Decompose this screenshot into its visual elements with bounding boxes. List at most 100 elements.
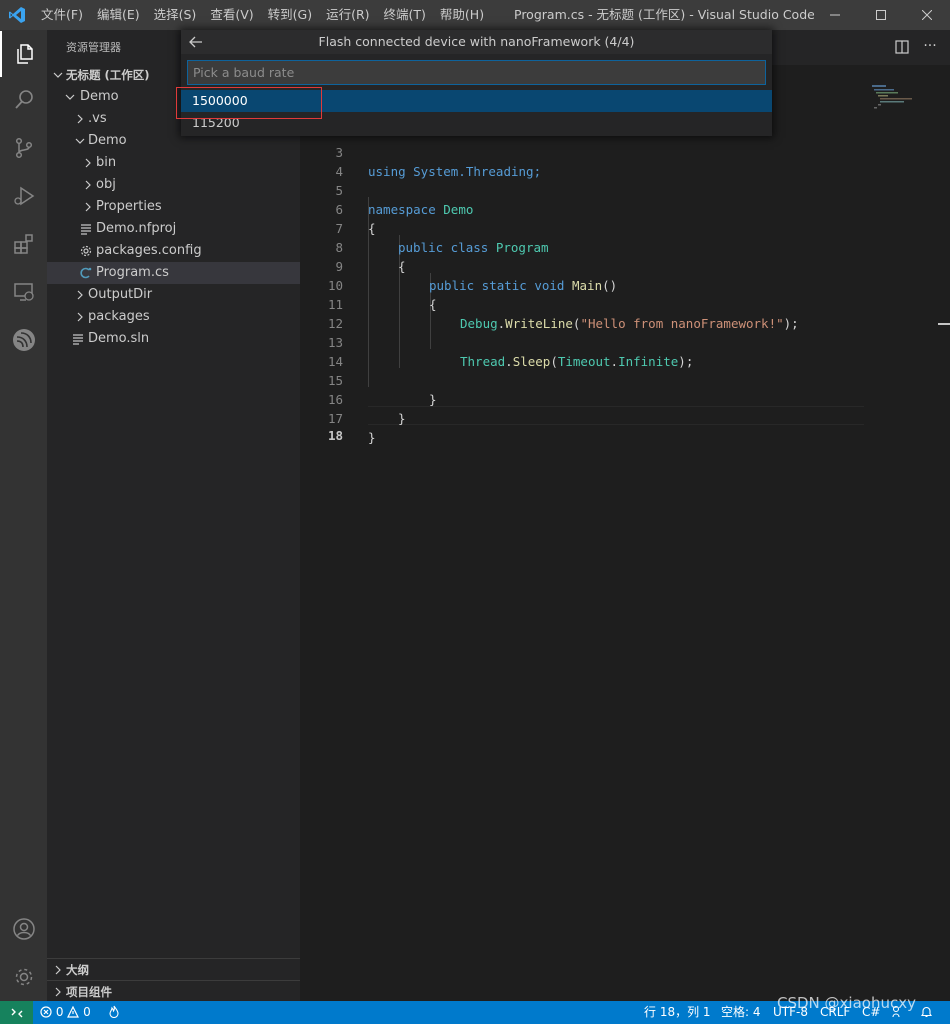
menu-terminal[interactable]: 终端(T) [377,0,433,30]
bell-icon [920,1006,933,1018]
nanoframework-button[interactable] [0,317,47,363]
code-line: 18 [300,407,950,443]
code-line: 5 namespace Demo [300,162,950,217]
code-line: 15 } [300,352,950,407]
run-debug-button[interactable] [0,173,47,219]
tree-folder-packages[interactable]: packages [47,306,300,328]
code-line: 11 Debug.WriteLine("Hello from nanoFrame… [300,276,950,331]
tree-folder-obj[interactable]: obj [47,174,300,196]
menu-help[interactable]: 帮助(H) [433,0,491,30]
source-control-icon [15,137,32,159]
run-debug-icon [13,186,34,206]
file-lines-icon [70,328,86,350]
code-line: 7 public class Program [300,200,950,255]
source-control-button[interactable] [0,125,47,171]
quick-pick-title: Flash connected device with nanoFramewor… [181,30,772,54]
tree-label: Demo.nfproj [96,221,177,236]
annotation-highlight-box [176,87,322,119]
code-line: 13 Thread.Sleep(Timeout.Infinite); [300,314,950,369]
menu-selection[interactable]: 选择(S) [147,0,204,30]
gear-icon [15,968,32,986]
indentation-setting[interactable]: 空格: 4 [721,1001,761,1024]
extensions-icon [13,234,33,254]
chevron-right-icon [50,959,66,981]
baud-rate-input[interactable] [187,60,766,85]
quick-pick: Flash connected device with nanoFramewor… [181,30,772,136]
tree-file-nfproj[interactable]: Demo.nfproj [47,218,300,240]
menu-go[interactable]: 转到(G) [261,0,319,30]
chevron-right-icon [72,108,88,130]
search-button[interactable] [0,77,47,123]
remote-explorer-button[interactable] [0,269,47,315]
menu-bar: 文件(F) 编辑(E) 选择(S) 查看(V) 转到(G) 运行(R) 终端(T… [34,0,491,30]
tree-file-packages-config[interactable]: packages.config [47,240,300,262]
ellipsis-icon: ··· [923,38,937,54]
tree-folder-bin[interactable]: bin [47,152,300,174]
project-components-section[interactable]: 项目组件 [47,980,300,1002]
csharp-file-icon [78,262,94,284]
minimap[interactable] [870,82,930,122]
minimize-icon [830,14,840,16]
warning-icon [67,1005,80,1018]
tree-folder-outputdir[interactable]: OutputDir [47,284,300,306]
project-components-label: 项目组件 [66,985,112,999]
cursor-position[interactable]: 行 18，列 1 [644,1001,711,1024]
remote-explorer-icon [13,283,34,301]
line-number: 18 [327,428,343,443]
more-actions-button[interactable]: ··· [920,38,940,56]
code-line: 14 [300,333,950,369]
menu-edit[interactable]: 编辑(E) [90,0,147,30]
back-button[interactable] [187,30,205,54]
tree-label: Program.cs [96,265,169,280]
window-title: Program.cs - 无标题 (工作区) - Visual Studio C… [514,7,814,22]
tree-label: OutputDir [88,287,153,302]
activity-bar [0,30,47,1001]
outline-section[interactable]: 大纲 [47,958,300,980]
tree-label: .vs [88,111,107,126]
tree-file-demo-sln[interactable]: Demo.sln [47,328,300,350]
close-button[interactable] [904,0,950,30]
code-line: 8 { [300,219,950,274]
workspace-label: 无标题 (工作区) [66,68,150,82]
problems-button[interactable]: 0 0 [40,1001,91,1024]
chevron-right-icon [50,981,66,1003]
split-editor-button[interactable] [892,38,912,56]
manage-button[interactable] [0,954,47,1000]
notifications-button[interactable] [920,1001,933,1024]
maximize-button[interactable] [858,0,904,30]
remote-icon [11,1008,22,1017]
menu-view[interactable]: 查看(V) [203,0,260,30]
tree-label: Demo [88,133,127,148]
minimize-button[interactable] [812,0,858,30]
tree-file-program-cs[interactable]: Program.cs [47,262,300,284]
csdn-watermark: CSDN @xiaohucxy [777,994,916,1012]
tree-label: Demo [80,89,119,104]
chevron-right-icon [72,284,88,306]
extensions-button[interactable] [0,221,47,267]
flame-icon [109,1005,119,1019]
flame-button[interactable] [108,1001,120,1024]
explorer-sidebar: 资源管理器 无标题 (工作区) Demo .vs Demo bin obj Pr… [47,30,300,1001]
file-lines-icon [78,218,94,240]
chevron-right-icon [80,196,96,218]
explorer-button[interactable] [0,31,47,77]
code-line: 12 [300,295,950,331]
code-line: 16 } [300,371,950,426]
chevron-down-icon [62,86,78,108]
tree-label: packages [88,309,150,324]
chevron-right-icon [80,152,96,174]
remote-indicator-button[interactable] [0,1001,33,1024]
menu-run[interactable]: 运行(R) [319,0,376,30]
close-icon [922,10,932,20]
tree-label: Demo.sln [88,331,150,346]
error-icon [40,1006,52,1018]
accounts-button[interactable] [0,906,47,952]
scrollbar-cursor-marker [938,323,950,325]
tree-label: Properties [96,199,162,214]
menu-file[interactable]: 文件(F) [34,0,90,30]
settings-file-icon [78,240,94,262]
title-bar: 文件(F) 编辑(E) 选择(S) 查看(V) 转到(G) 运行(R) 终端(T… [0,0,950,30]
tree-folder-properties[interactable]: Properties [47,196,300,218]
code-line: 10 { [300,257,950,312]
code-editor[interactable]: 3 using System.Threading; 4 5 namespace … [300,65,950,1001]
